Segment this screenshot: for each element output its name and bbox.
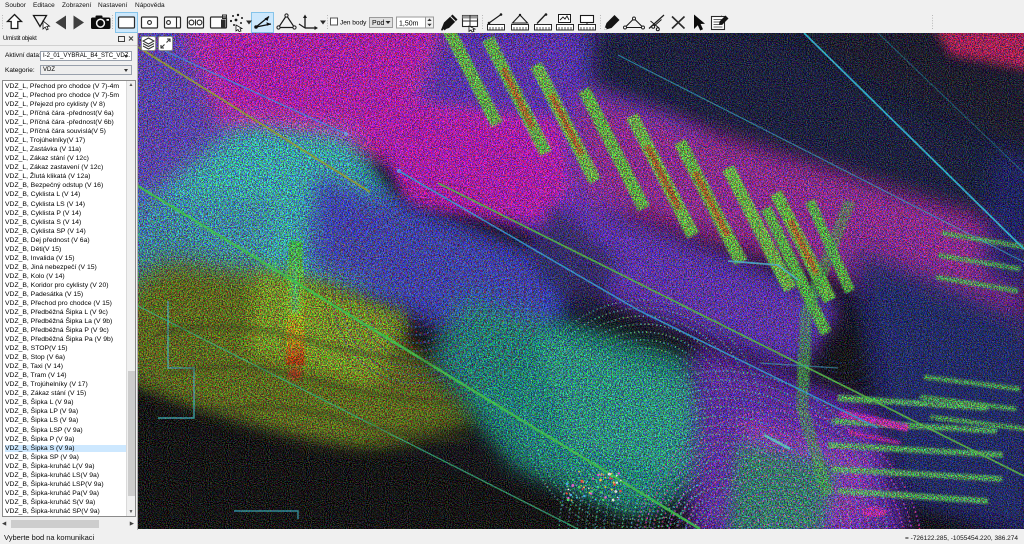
svg-text:Jen body: Jen body — [340, 20, 367, 27]
svg-text:1,50m: 1,50m — [399, 21, 419, 28]
svg-text:Pod: Pod — [372, 20, 385, 27]
